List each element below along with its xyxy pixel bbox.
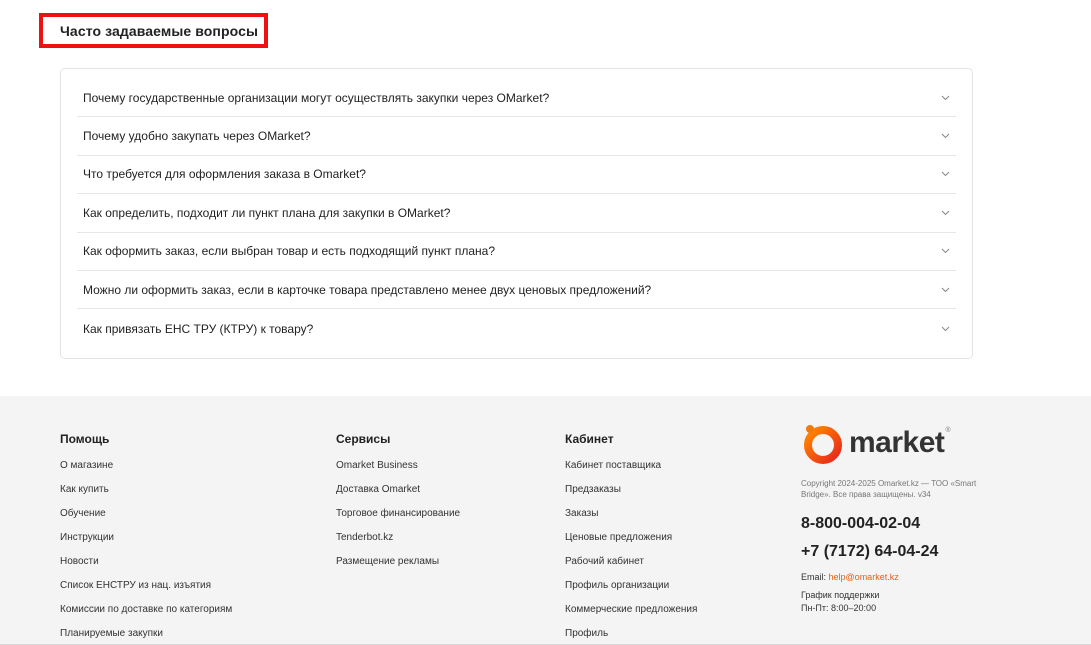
faq-accordion: Почему государственные организации могут…: [60, 68, 973, 359]
faq-item[interactable]: Как оформить заказ, если выбран товар и …: [77, 233, 956, 271]
omarket-logo[interactable]: market ®: [801, 421, 1061, 465]
faq-item[interactable]: Как привязать ЕНС ТРУ (КТРУ) к товару?: [77, 309, 956, 347]
faq-item[interactable]: Почему удобно закупать через OMarket?: [77, 117, 956, 156]
faq-item[interactable]: Что требуется для оформления заказа в Om…: [77, 156, 956, 195]
support-title: График поддержки: [801, 590, 880, 600]
footer-link[interactable]: Omarket Business: [336, 460, 460, 484]
footer-heading: Помощь: [60, 432, 110, 446]
faq-question: Почему государственные организации могут…: [83, 90, 550, 105]
footer-link[interactable]: Предзаказы: [565, 484, 697, 508]
footer-link[interactable]: Рабочий кабинет: [565, 556, 697, 580]
email-link[interactable]: help@omarket.kz: [829, 572, 899, 582]
site-footer: Помощь О магазине Как купить Обучение Ин…: [0, 396, 1091, 645]
footer-column-help: Помощь О магазине Как купить Обучение Ин…: [60, 432, 232, 645]
faq-title-highlight: Часто задаваемые вопросы: [39, 13, 268, 48]
faq-question: Как привязать ЕНС ТРУ (КТРУ) к товару?: [83, 321, 314, 336]
email-line: Email: help@omarket.kz: [801, 572, 1061, 582]
chevron-down-icon[interactable]: [940, 93, 950, 103]
footer-link[interactable]: Торговое финансирование: [336, 508, 460, 532]
phone-number[interactable]: +7 (7172) 64-04-24: [801, 542, 1061, 562]
chevron-down-icon[interactable]: [940, 208, 950, 218]
footer-heading: Кабинет: [565, 432, 614, 446]
footer-link[interactable]: Коммерческие предложения: [565, 604, 697, 628]
footer-link[interactable]: Комиссии по доставке по категориям: [60, 604, 232, 628]
footer-column-cabinet: Кабинет Кабинет поставщика Предзаказы За…: [565, 432, 697, 645]
footer-heading: Сервисы: [336, 432, 391, 446]
registered-icon: ®: [945, 427, 951, 434]
footer-link[interactable]: Кабинет поставщика: [565, 460, 697, 484]
faq-title: Часто задаваемые вопросы: [60, 22, 259, 39]
footer-link[interactable]: Как купить: [60, 484, 232, 508]
footer-link[interactable]: Инструкции: [60, 532, 232, 556]
faq-question: Почему удобно закупать через OMarket?: [83, 129, 311, 144]
faq-question: Как оформить заказ, если выбран товар и …: [83, 244, 496, 259]
footer-link[interactable]: О магазине: [60, 460, 232, 484]
chevron-down-icon[interactable]: [940, 169, 950, 179]
omarket-logo-icon: [804, 425, 842, 464]
faq-question: Что требуется для оформления заказа в Om…: [83, 167, 366, 182]
footer-link[interactable]: Новости: [60, 556, 232, 580]
faq-item[interactable]: Почему государственные организации могут…: [77, 79, 956, 118]
faq-question: Как определить, подходит ли пункт плана …: [83, 205, 451, 220]
footer-link[interactable]: Ценовые предложения: [565, 532, 697, 556]
footer-link[interactable]: Tenderbot.kz: [336, 532, 460, 556]
chevron-down-icon[interactable]: [940, 131, 950, 141]
copyright-text: Copyright 2024-2025 Omarket.kz — ТОО «Sm…: [801, 479, 977, 499]
footer-link[interactable]: Планируемые закупки: [60, 628, 232, 645]
email-label: Email:: [801, 572, 827, 582]
faq-item[interactable]: Как определить, подходит ли пункт плана …: [77, 194, 956, 233]
support-hours: Пн-Пт: 8:00–20:00: [801, 603, 877, 613]
footer-link[interactable]: Размещение рекламы: [336, 556, 460, 580]
faq-question: Можно ли оформить заказ, если в карточке…: [83, 282, 652, 297]
chevron-down-icon[interactable]: [940, 324, 950, 334]
chevron-down-icon[interactable]: [940, 285, 950, 295]
footer-brand: market ® Copyright 2024-2025 Omarket.kz …: [801, 421, 1061, 615]
footer-link[interactable]: Профиль организации: [565, 580, 697, 604]
logo-wordmark: market: [849, 426, 945, 459]
chevron-down-icon[interactable]: [940, 246, 950, 256]
footer-link[interactable]: Доставка Omarket: [336, 484, 460, 508]
support-schedule: График поддержки Пн-Пт: 8:00–20:00: [801, 589, 1061, 615]
faq-item[interactable]: Можно ли оформить заказ, если в карточке…: [77, 271, 956, 310]
footer-column-services: Сервисы Omarket Business Доставка Omarke…: [336, 432, 460, 580]
footer-link[interactable]: Список ЕНСТРУ из нац. изъятия: [60, 580, 232, 604]
footer-link[interactable]: Обучение: [60, 508, 232, 532]
footer-link[interactable]: Заказы: [565, 508, 697, 532]
footer-link[interactable]: Профиль: [565, 628, 697, 645]
phone-number[interactable]: 8-800-004-02-04: [801, 514, 1061, 534]
